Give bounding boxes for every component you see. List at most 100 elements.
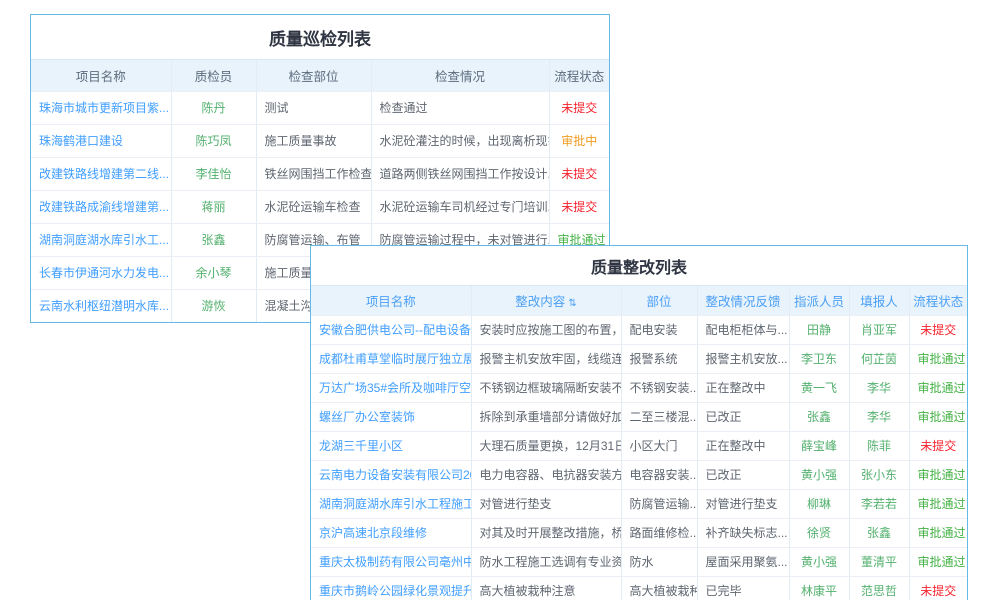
column-header-label: 流程状态 xyxy=(554,70,604,84)
cell-project[interactable]: 安徽合肥供电公司--配电设备... xyxy=(311,315,471,344)
column-header-label: 部位 xyxy=(646,295,671,309)
column-header[interactable]: 部位 xyxy=(621,286,697,315)
cell-reporter: 何芷茵 xyxy=(849,344,909,373)
cell-assignee: 张鑫 xyxy=(789,402,849,431)
cell-project[interactable]: 重庆太极制药有限公司亳州中... xyxy=(311,547,471,576)
cell-reporter: 张鑫 xyxy=(849,518,909,547)
cell-part: 防腐管运输... xyxy=(621,489,697,518)
cell-reporter: 董清平 xyxy=(849,547,909,576)
cell-content: 安装时应按施工图的布置，将... xyxy=(471,315,621,344)
sort-icon[interactable]: ⇅ xyxy=(568,298,576,309)
cell-assignee: 徐贤 xyxy=(789,518,849,547)
cell-feedback: 正在整改中 xyxy=(697,373,789,402)
table-row: 成都杜甫草堂临时展厅独立展...报警主机安放牢固，线缆连接...报警系统报警主机… xyxy=(311,344,967,373)
cell-part: 二至三楼混... xyxy=(621,402,697,431)
cell-part: 配电安装 xyxy=(621,315,697,344)
cell-project[interactable]: 云南电力设备安装有限公司20... xyxy=(311,460,471,489)
table-row: 重庆市鹅岭公园绿化景观提升...高大植被栽种注意高大植被栽种已完毕林康平范思哲未… xyxy=(311,576,967,600)
cell-content: 报警主机安放牢固，线缆连接... xyxy=(471,344,621,373)
cell-content: 防水工程施工选调有专业资质... xyxy=(471,547,621,576)
cell-feedback: 对管进行垫支 xyxy=(697,489,789,518)
page: 质量巡检列表 项目名称质检员检查部位检查情况流程状态 珠海市城市更新项目紫...… xyxy=(0,0,1000,600)
cell-project[interactable]: 改建铁路成渝线增建第... xyxy=(31,190,171,223)
cell-project[interactable]: 改建铁路线增建第二线... xyxy=(31,157,171,190)
cell-part: 电容器安装... xyxy=(621,460,697,489)
cell-project[interactable]: 云南水利枢纽潜明水库... xyxy=(31,289,171,322)
cell-project[interactable]: 珠海鹤港口建设 xyxy=(31,124,171,157)
column-header[interactable]: 项目名称 xyxy=(31,60,171,91)
cell-content: 高大植被栽种注意 xyxy=(471,576,621,600)
cell-part: 水泥砼运输车检查 xyxy=(256,190,371,223)
cell-content: 对其及时开展整改措施，桥头... xyxy=(471,518,621,547)
cell-feedback: 报警主机安放... xyxy=(697,344,789,373)
quality-rectification-title: 质量整改列表 xyxy=(311,246,967,286)
quality-inspection-table-header: 项目名称 质检员 检查部位检查情况流程状态 xyxy=(31,60,609,91)
cell-project[interactable]: 湖南洞庭湖水库引水工程施工1... xyxy=(311,489,471,518)
cell-assignee: 薛宝峰 xyxy=(789,431,849,460)
column-header-label: 质检员 xyxy=(195,70,233,84)
cell-assignee: 黄小强 xyxy=(789,460,849,489)
cell-inspector: 蒋丽 xyxy=(171,190,256,223)
cell-part: 报警系统 xyxy=(621,344,697,373)
column-header[interactable]: 检查情况 xyxy=(371,60,549,91)
cell-reporter: 李华 xyxy=(849,373,909,402)
table-row: 螺丝厂办公室装饰拆除到承重墙部分请做好加固...二至三楼混...已改正张鑫李华审… xyxy=(311,402,967,431)
cell-status: 审批通过 xyxy=(909,547,967,576)
cell-part: 小区大门 xyxy=(621,431,697,460)
cell-status: 未提交 xyxy=(549,91,609,124)
table-row: 重庆太极制药有限公司亳州中...防水工程施工选调有专业资质...防水屋面采用聚氨… xyxy=(311,547,967,576)
cell-status: 未提交 xyxy=(909,315,967,344)
cell-content: 对管进行垫支 xyxy=(471,489,621,518)
table-row: 湖南洞庭湖水库引水工程施工1...对管进行垫支防腐管运输...对管进行垫支柳琳李… xyxy=(311,489,967,518)
cell-assignee: 柳琳 xyxy=(789,489,849,518)
quality-rectification-table: 项目名称整改内容⇅ 部位 整改情况反馈指派人员填报人流程状态 安徽合肥供电公司--配… xyxy=(311,286,967,600)
cell-inspector: 陈丹 xyxy=(171,91,256,124)
cell-situation: 道路两侧铁丝网围挡工作按设计... xyxy=(371,157,549,190)
cell-project[interactable]: 龙湖三千里小区 xyxy=(311,431,471,460)
column-header[interactable]: 检查部位 xyxy=(256,60,371,91)
cell-assignee: 黄小强 xyxy=(789,547,849,576)
cell-project[interactable]: 成都杜甫草堂临时展厅独立展... xyxy=(311,344,471,373)
column-header[interactable]: 质检员 xyxy=(171,60,256,91)
cell-part: 防水 xyxy=(621,547,697,576)
column-header[interactable]: 填报人 xyxy=(849,286,909,315)
column-header[interactable]: 流程状态 xyxy=(909,286,967,315)
cell-part: 施工质量事故 xyxy=(256,124,371,157)
column-header[interactable]: 项目名称 xyxy=(311,286,471,315)
cell-feedback: 正在整改中 xyxy=(697,431,789,460)
cell-project[interactable]: 重庆市鹅岭公园绿化景观提升... xyxy=(311,576,471,600)
cell-project[interactable]: 万达广场35#会所及咖啡厅空... xyxy=(311,373,471,402)
table-row: 万达广场35#会所及咖啡厅空...不锈钢边框玻璃隔断安装不牢...不锈钢安装..… xyxy=(311,373,967,402)
table-row: 安徽合肥供电公司--配电设备...安装时应按施工图的布置，将...配电安装配电柜… xyxy=(311,315,967,344)
cell-project[interactable]: 螺丝厂办公室装饰 xyxy=(311,402,471,431)
cell-status: 未提交 xyxy=(909,431,967,460)
cell-project[interactable]: 珠海市城市更新项目紫... xyxy=(31,91,171,124)
cell-project[interactable]: 湖南洞庭湖水库引水工... xyxy=(31,223,171,256)
cell-project[interactable]: 长春市伊通河水力发电... xyxy=(31,256,171,289)
cell-status: 审批通过 xyxy=(909,344,967,373)
table-row: 云南电力设备安装有限公司20...电力电容器、电抗器安装方案,...电容器安装.… xyxy=(311,460,967,489)
cell-situation: 水泥砼灌注的时候，出现离析现象 xyxy=(371,124,549,157)
cell-content: 不锈钢边框玻璃隔断安装不牢... xyxy=(471,373,621,402)
column-header[interactable]: 指派人员 xyxy=(789,286,849,315)
cell-assignee: 李卫东 xyxy=(789,344,849,373)
column-header[interactable]: 整改情况反馈 xyxy=(697,286,789,315)
column-header[interactable]: 流程状态 xyxy=(549,60,609,91)
table-row: 珠海市城市更新项目紫...陈丹测试检查通过未提交 xyxy=(31,91,609,124)
column-header-label: 流程状态 xyxy=(913,295,963,309)
cell-inspector: 张鑫 xyxy=(171,223,256,256)
cell-status: 未提交 xyxy=(549,190,609,223)
cell-assignee: 田静 xyxy=(789,315,849,344)
column-header-label: 指派人员 xyxy=(794,295,844,309)
cell-inspector: 陈巧凤 xyxy=(171,124,256,157)
table-row: 改建铁路线增建第二线...李佳怡铁丝网围挡工作检查道路两侧铁丝网围挡工作按设计.… xyxy=(31,157,609,190)
cell-project[interactable]: 京沪高速北京段维修 xyxy=(311,518,471,547)
cell-status: 审批通过 xyxy=(909,460,967,489)
cell-part: 路面维修检... xyxy=(621,518,697,547)
cell-feedback: 已改正 xyxy=(697,402,789,431)
column-header[interactable]: 整改内容⇅ xyxy=(471,286,621,315)
cell-reporter: 范思哲 xyxy=(849,576,909,600)
quality-inspection-title: 质量巡检列表 xyxy=(31,15,609,60)
cell-content: 拆除到承重墙部分请做好加固... xyxy=(471,402,621,431)
cell-assignee: 黄一飞 xyxy=(789,373,849,402)
